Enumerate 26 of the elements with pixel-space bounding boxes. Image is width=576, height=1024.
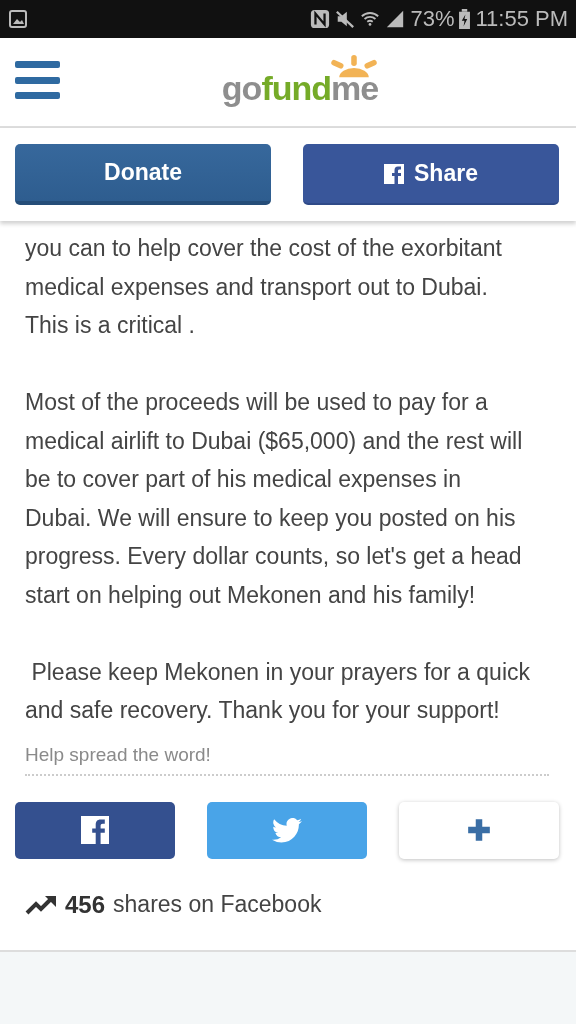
more-share-button[interactable] [399, 801, 559, 859]
signal-icon [385, 9, 406, 29]
story-paragraph: Please keep Mekonen in your prayers for a quick and safe recovery. Thank you for your support! [25, 657, 531, 725]
story-paragraph: Most of the proceeds will be used to pay for a medical airlift to Dubai ($65,000) and the rest will be to cover part of his medical expenses in Dubai. We will ensure to keep you posted on his progress. Every dollar counts, so let's get a head start on helping out Mekonen and his family! [25, 388, 524, 610]
battery-icon [459, 9, 471, 29]
battery-percent: 73% [410, 6, 455, 32]
bird-icon [272, 817, 302, 843]
logo[interactable]: gofundme [221, 56, 379, 108]
share-button[interactable]: Share [303, 144, 559, 205]
wifi-icon [360, 9, 381, 29]
gallery-icon [8, 9, 28, 29]
facebook-share-button[interactable] [15, 801, 175, 859]
donate-button[interactable]: Donate [15, 144, 271, 205]
share-heading: Help spread the word! [25, 743, 549, 776]
twitter-share-button[interactable] [207, 801, 367, 859]
facebook-icon [81, 816, 109, 844]
nfc-icon [310, 9, 331, 29]
menu-icon[interactable] [15, 61, 60, 99]
mute-icon [335, 9, 356, 29]
share-count-label: shares on Facebook [113, 891, 322, 918]
share-count: 456 [65, 890, 106, 919]
trending-icon [25, 894, 57, 915]
facebook-icon [384, 163, 405, 184]
story-paragraph: you can to help cover the cost of the exorbitant medical expenses and transport out to Dubai. This is a critical . [25, 234, 503, 340]
plus-icon [466, 817, 492, 843]
clock: 11:55 PM [475, 6, 568, 32]
